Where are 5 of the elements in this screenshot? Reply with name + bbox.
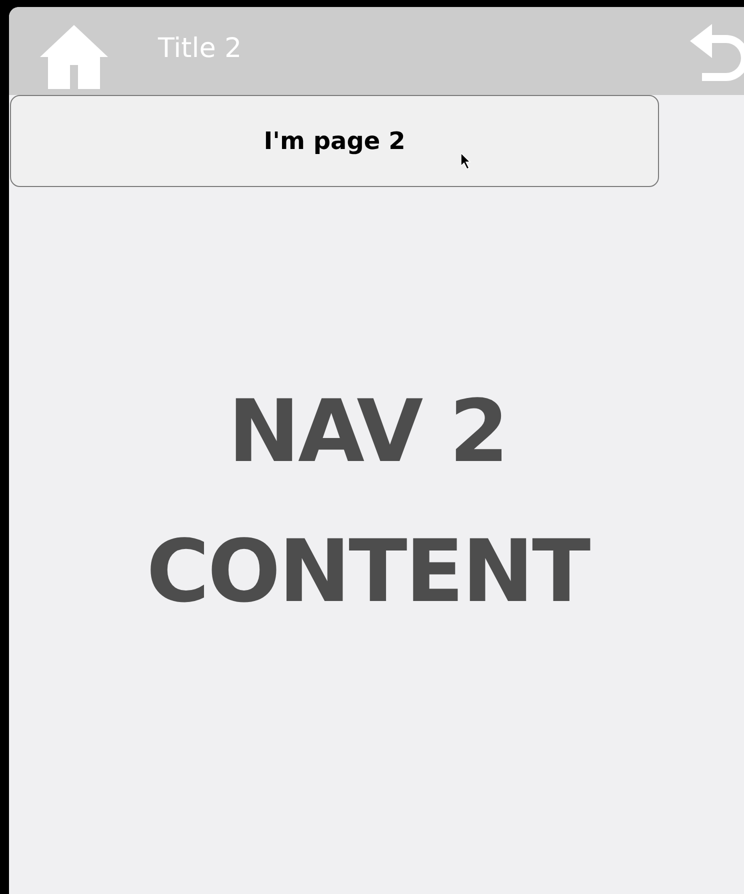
- content-heading: NAV 2: [228, 381, 508, 484]
- mouse-cursor-icon: [461, 153, 471, 169]
- page-button[interactable]: I'm page 2: [10, 95, 659, 187]
- content-heading: CONTENT: [146, 521, 589, 624]
- home-icon[interactable]: [40, 25, 108, 89]
